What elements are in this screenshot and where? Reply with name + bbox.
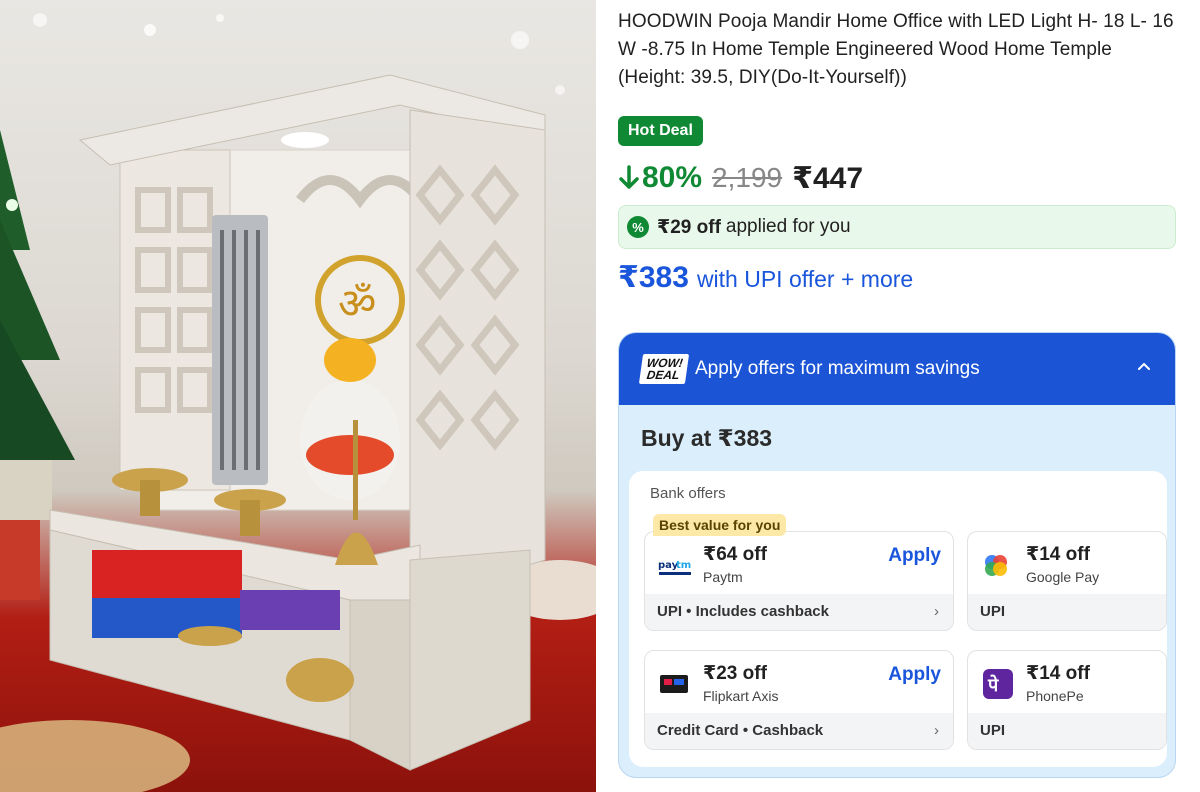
offer-card-phonepe[interactable]: पे ₹14 off PhonePe UPI — [967, 650, 1167, 750]
offer-footer[interactable]: UPI • Includes cashback › — [645, 594, 953, 630]
offer-card-google-pay[interactable]: ₹14 off Google Pay UPI — [967, 531, 1167, 631]
offer-card-flipkart-axis[interactable]: ₹23 off Flipkart Axis Apply Credit Card … — [644, 650, 954, 750]
selling-price: ₹447 — [792, 161, 864, 195]
offer-amount: ₹14 off — [1026, 544, 1090, 565]
offer-footer[interactable]: UPI — [968, 594, 1166, 630]
phonepe-icon: पे — [983, 669, 1013, 699]
arrow-down-icon — [619, 165, 639, 189]
chevron-right-icon: › — [934, 603, 939, 620]
offer-footer[interactable]: UPI — [968, 713, 1166, 749]
offer-card-top: pay tm ₹64 off Paytm Apply — [645, 532, 953, 596]
percent-badge-icon: % — [627, 216, 649, 238]
wow-deal-logo-line2: DEAL — [645, 368, 681, 382]
product-info-panel: HOODWIN Pooja Mandir Home Office with LE… — [596, 0, 1200, 792]
upi-offer-line[interactable]: ₹383 with UPI offer + more — [618, 260, 913, 296]
christmas-tree — [0, 130, 75, 460]
temple-illustration: ॐ — [0, 13, 596, 792]
wow-deal-card: WOW! DEAL Apply offers for maximum savin… — [618, 332, 1176, 778]
offer-amount: ₹64 off — [703, 544, 767, 565]
upi-offer-text: with UPI offer + more — [696, 266, 914, 292]
offer-footer-text: UPI — [980, 722, 1006, 739]
offer-footer-text: UPI — [980, 603, 1006, 620]
offer-card-top: ₹23 off Flipkart Axis Apply — [645, 651, 953, 715]
buy-at-price: Buy at ₹383 — [641, 425, 773, 451]
offer-card-top: ₹14 off Google Pay — [968, 532, 1166, 596]
deal-header-label: Apply offers for maximum savings — [694, 358, 980, 379]
price-row: 80% 2,199 ₹447 — [618, 158, 863, 198]
applied-offer-amount: ₹29 off — [657, 216, 721, 238]
svg-text:ॐ: ॐ — [338, 279, 376, 328]
paytm-icon: pay tm — [658, 560, 691, 575]
offer-card-paytm[interactable]: pay tm ₹64 off Paytm Apply UPI • Include… — [644, 531, 954, 631]
applied-offer-text: applied for you — [725, 216, 851, 237]
mrp-price: 2,199 — [712, 162, 783, 193]
apply-button[interactable]: Apply — [888, 545, 941, 567]
offer-footer[interactable]: Credit Card • Cashback › — [645, 713, 953, 749]
apply-button[interactable]: Apply — [888, 664, 941, 686]
offer-provider: Google Pay — [1026, 569, 1100, 585]
bank-offers-section: Bank offers Best value for you pay tm ₹6… — [629, 471, 1167, 767]
offer-provider: Flipkart Axis — [703, 688, 779, 704]
wow-deal-logo: WOW! DEAL — [638, 354, 690, 384]
flipkart-axis-card-icon — [660, 675, 688, 693]
best-value-badge: Best value for you — [653, 514, 787, 536]
chevron-up-icon[interactable] — [1137, 359, 1151, 373]
offer-amount: ₹23 off — [703, 663, 767, 684]
applied-offer-banner: % ₹29 off applied for you — [618, 205, 1176, 249]
discount-percent: 80% — [618, 161, 702, 195]
product-title: HOODWIN Pooja Mandir Home Office with LE… — [618, 11, 1174, 88]
svg-text:पे: पे — [987, 674, 999, 696]
bank-offers-title: Bank offers — [650, 485, 726, 502]
deal-header[interactable]: WOW! DEAL Apply offers for maximum savin… — [619, 333, 1175, 405]
google-pay-icon — [985, 555, 1007, 576]
offer-amount: ₹14 off — [1026, 663, 1090, 684]
offer-provider: Paytm — [703, 569, 743, 585]
chevron-right-icon: › — [934, 722, 939, 739]
discount-value: 80% — [642, 161, 703, 194]
offer-footer-text: UPI • Includes cashback — [657, 603, 829, 620]
svg-text:tm: tm — [676, 560, 691, 571]
upi-price: ₹383 — [618, 261, 689, 294]
offer-footer-text: Credit Card • Cashback — [657, 722, 824, 739]
offer-provider: PhonePe — [1026, 688, 1084, 704]
offer-card-top: पे ₹14 off PhonePe — [968, 651, 1166, 715]
product-image[interactable]: ॐ — [0, 0, 596, 792]
hot-deal-badge: Hot Deal — [618, 116, 703, 146]
